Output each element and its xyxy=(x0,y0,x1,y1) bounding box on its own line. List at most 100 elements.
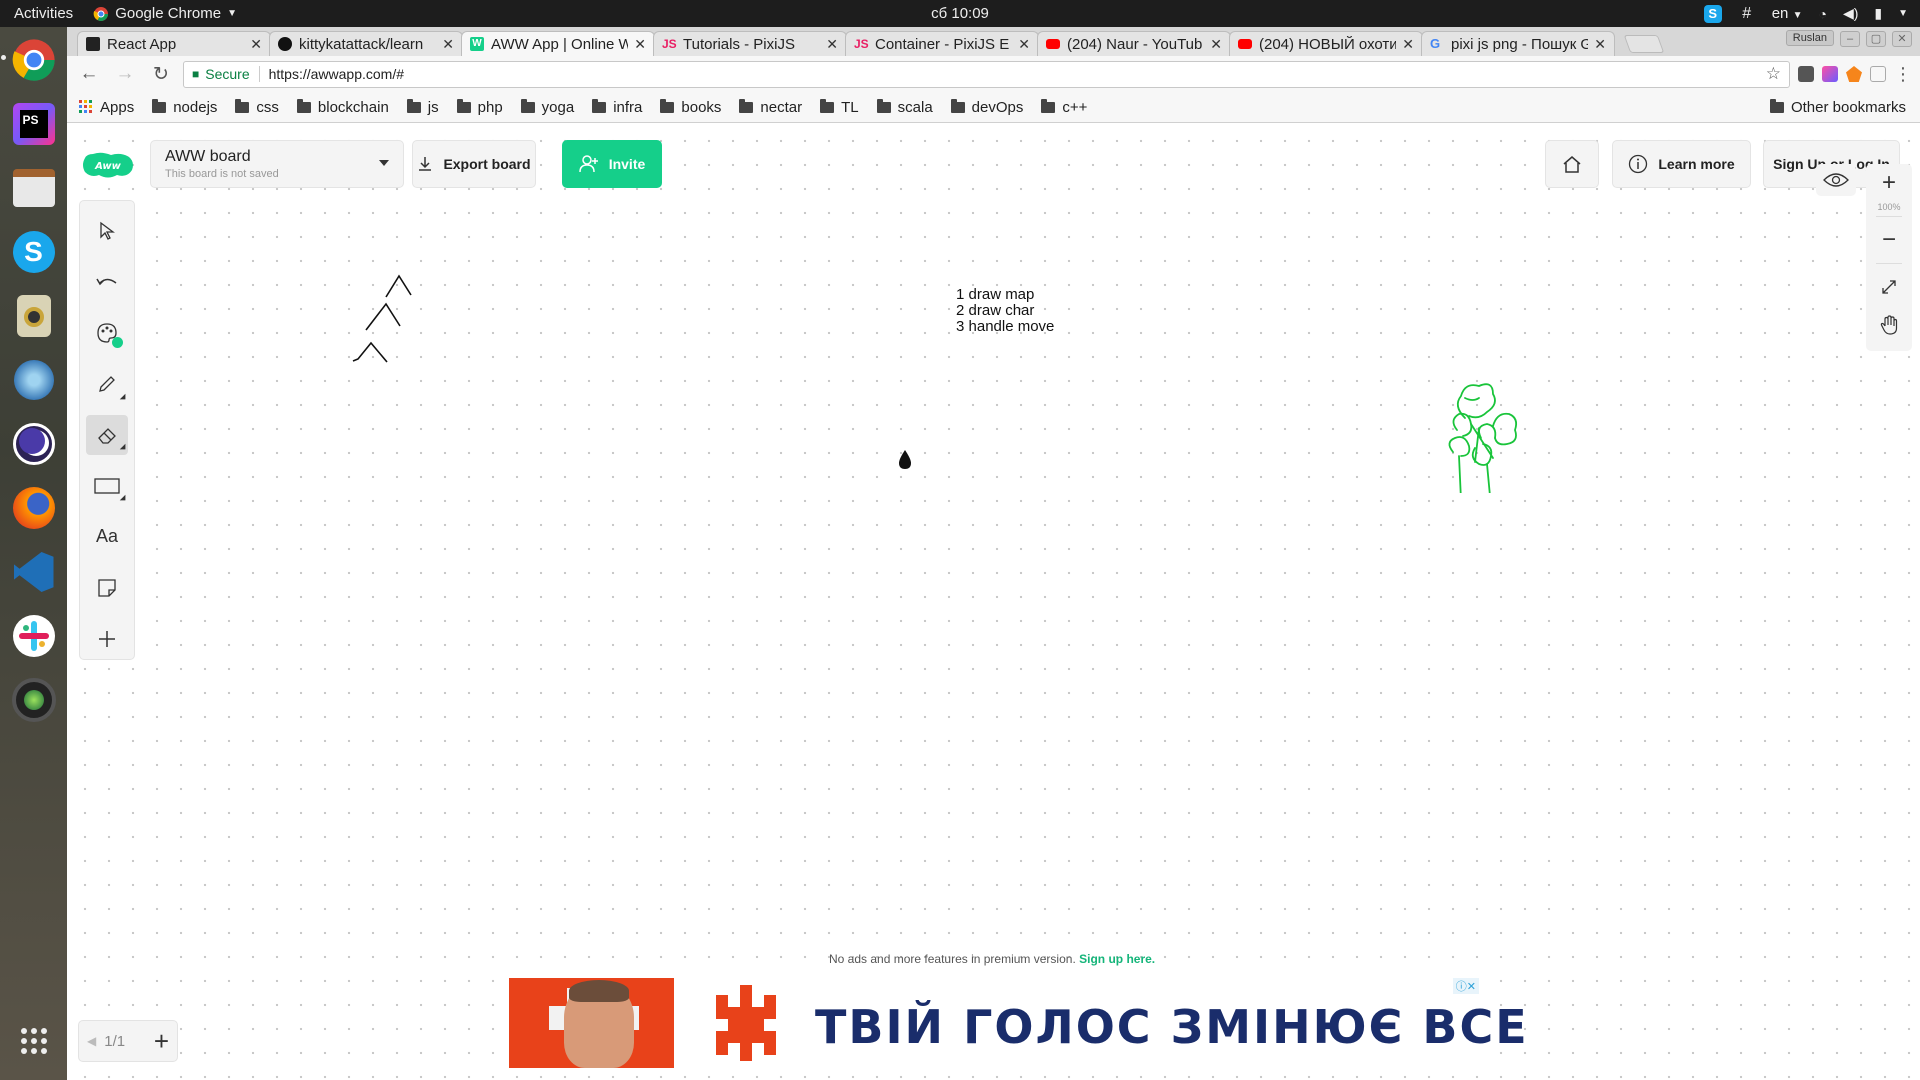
divider xyxy=(1876,263,1902,264)
tab-youtube-naur[interactable]: (204) Naur - YouTub ✕ xyxy=(1037,31,1231,56)
eclipse-launcher[interactable] xyxy=(9,419,59,469)
app-launcher[interactable] xyxy=(9,355,59,405)
tab-aww-app[interactable]: W AWW App | Online W ✕ xyxy=(461,31,655,56)
home-button[interactable] xyxy=(1545,140,1599,188)
tab-github[interactable]: kittykatattack/learn ✕ xyxy=(269,31,463,56)
color-tool[interactable] xyxy=(86,313,128,354)
close-icon[interactable]: ✕ xyxy=(1892,31,1912,47)
wifi-icon[interactable]: ◔ xyxy=(1818,6,1826,22)
bookmark-folder-blockchain[interactable]: blockchain xyxy=(296,98,389,116)
bookmark-folder-scala[interactable]: scala xyxy=(876,98,933,116)
todo-note[interactable]: 1 draw map 2 draw char 3 handle move xyxy=(956,287,1054,335)
github-icon xyxy=(278,37,292,51)
firefox-launcher[interactable] xyxy=(9,483,59,533)
skype-launcher[interactable]: S xyxy=(9,227,59,277)
address-bar[interactable]: ■ Secure https://awwapp.com/# ☆ xyxy=(183,60,1790,88)
slack-launcher[interactable] xyxy=(9,611,59,661)
aww-board-canvas[interactable]: Aww AWW board This board is not saved Ex… xyxy=(67,123,1920,1080)
tab-youtube-new[interactable]: (204) НОВЫЙ охоти ✕ xyxy=(1229,31,1423,56)
close-icon[interactable]: ✕ xyxy=(1402,36,1414,53)
app-menu[interactable]: Google Chrome ▼ xyxy=(93,5,237,22)
close-icon[interactable]: ✕ xyxy=(1594,36,1606,53)
export-board-button[interactable]: Export board xyxy=(412,140,536,188)
webcam-launcher[interactable] xyxy=(9,675,59,725)
ink-drop-mark[interactable] xyxy=(896,449,914,471)
view-mode-button[interactable] xyxy=(1816,164,1856,196)
zoom-in-icon[interactable]: + xyxy=(1882,164,1896,202)
extension-blank-icon[interactable] xyxy=(1870,66,1886,82)
character-drawing-sketch[interactable] xyxy=(1435,368,1545,493)
chevron-down-icon[interactable]: ▼ xyxy=(1898,8,1908,19)
skype-tray-icon[interactable]: S xyxy=(1703,4,1722,23)
learn-more-button[interactable]: Learn more xyxy=(1612,140,1751,188)
extension-fox-icon[interactable] xyxy=(1846,66,1862,82)
previous-page-icon[interactable]: ◀ xyxy=(87,1034,96,1048)
show-applications-button[interactable] xyxy=(9,1016,59,1066)
eraser-tool[interactable] xyxy=(86,414,129,456)
invite-button[interactable]: Invite xyxy=(562,140,662,188)
map-drawing-sketch[interactable] xyxy=(337,263,477,373)
rhythmbox-launcher[interactable] xyxy=(9,291,59,341)
bookmark-other[interactable]: Other bookmarks xyxy=(1769,98,1906,116)
close-icon[interactable]: ✕ xyxy=(250,36,262,53)
premium-signup-link[interactable]: Sign up here. xyxy=(1079,952,1155,966)
minimize-icon[interactable]: – xyxy=(1840,31,1860,47)
fit-screen-icon[interactable] xyxy=(1880,268,1898,306)
bookmark-folder-cpp[interactable]: c++ xyxy=(1041,98,1087,116)
profile-button[interactable]: Ruslan xyxy=(1785,30,1834,46)
bookmark-apps[interactable]: Apps xyxy=(79,99,134,116)
tab-pixijs-tutorials[interactable]: JS Tutorials - PixiJS ✕ xyxy=(653,31,847,56)
language-indicator[interactable]: en ▼ xyxy=(1772,5,1803,22)
undo-tool[interactable] xyxy=(86,262,128,303)
files-launcher[interactable] xyxy=(9,163,59,213)
board-selector[interactable]: AWW board This board is not saved xyxy=(150,140,404,188)
bookmark-star-icon[interactable]: ☆ xyxy=(1766,64,1781,84)
forward-icon[interactable]: → xyxy=(111,63,139,85)
clock[interactable]: сб 10:09 xyxy=(931,5,989,22)
bookmark-folder-tl[interactable]: TL xyxy=(820,98,859,116)
advertisement-banner[interactable]: ТВІЙ ГОЛОС ЗМІНЮЄ ВСЕ ⓘ✕ xyxy=(509,978,1527,1068)
bookmark-folder-books[interactable]: books xyxy=(660,98,721,116)
bookmark-folder-nodejs[interactable]: nodejs xyxy=(152,98,217,116)
close-icon[interactable]: ✕ xyxy=(1018,36,1030,53)
bookmark-folder-yoga[interactable]: yoga xyxy=(520,98,574,116)
activities-button[interactable]: Activities xyxy=(0,5,87,22)
menu-icon[interactable]: ⋮ xyxy=(1894,64,1912,85)
phpstorm-launcher[interactable]: PS xyxy=(9,99,59,149)
extension-gradient-icon[interactable] xyxy=(1822,66,1838,82)
volume-icon[interactable]: ◀) xyxy=(1843,5,1858,22)
text-tool[interactable]: Aa xyxy=(86,516,128,557)
maximize-icon[interactable]: ▢ xyxy=(1866,31,1886,47)
aww-logo[interactable]: Aww xyxy=(81,150,135,180)
close-icon[interactable]: ✕ xyxy=(442,36,454,53)
bookmark-folder-php[interactable]: php xyxy=(456,98,503,116)
tab-react-app[interactable]: React App ✕ xyxy=(77,31,271,56)
extension-off-icon[interactable] xyxy=(1798,66,1814,82)
ad-choices-icon[interactable]: ⓘ✕ xyxy=(1452,978,1479,994)
shape-tool[interactable] xyxy=(86,465,129,506)
zoom-out-icon[interactable]: − xyxy=(1882,221,1896,259)
add-tool[interactable] xyxy=(86,618,128,659)
close-icon[interactable]: ✕ xyxy=(826,36,838,53)
new-tab-button[interactable] xyxy=(1623,35,1665,53)
close-icon[interactable]: ✕ xyxy=(634,36,646,53)
bookmark-folder-devops[interactable]: devOps xyxy=(950,98,1023,116)
tab-google-search[interactable]: G pixi js png - Пошук G ✕ xyxy=(1421,31,1615,56)
sticky-note-tool[interactable] xyxy=(86,567,128,608)
add-page-icon[interactable]: + xyxy=(154,1026,169,1057)
pencil-tool[interactable] xyxy=(86,364,129,405)
bookmark-folder-css[interactable]: css xyxy=(235,98,279,116)
close-icon[interactable]: ✕ xyxy=(1210,36,1222,53)
bookmark-folder-js[interactable]: js xyxy=(406,98,439,116)
vscode-launcher[interactable] xyxy=(9,547,59,597)
bookmark-folder-nectar[interactable]: nectar xyxy=(739,98,802,116)
slack-tray-icon[interactable]: # xyxy=(1738,5,1756,23)
tab-pixijs-container[interactable]: JS Container - PixiJS E ✕ xyxy=(845,31,1039,56)
bookmark-folder-infra[interactable]: infra xyxy=(592,98,642,116)
select-tool[interactable] xyxy=(86,211,128,252)
reload-icon[interactable]: ↻ xyxy=(147,63,175,86)
chrome-launcher[interactable] xyxy=(0,35,59,85)
back-icon[interactable]: ← xyxy=(75,63,103,85)
pan-hand-icon[interactable] xyxy=(1880,306,1898,344)
battery-icon[interactable]: ▮ xyxy=(1874,5,1882,22)
